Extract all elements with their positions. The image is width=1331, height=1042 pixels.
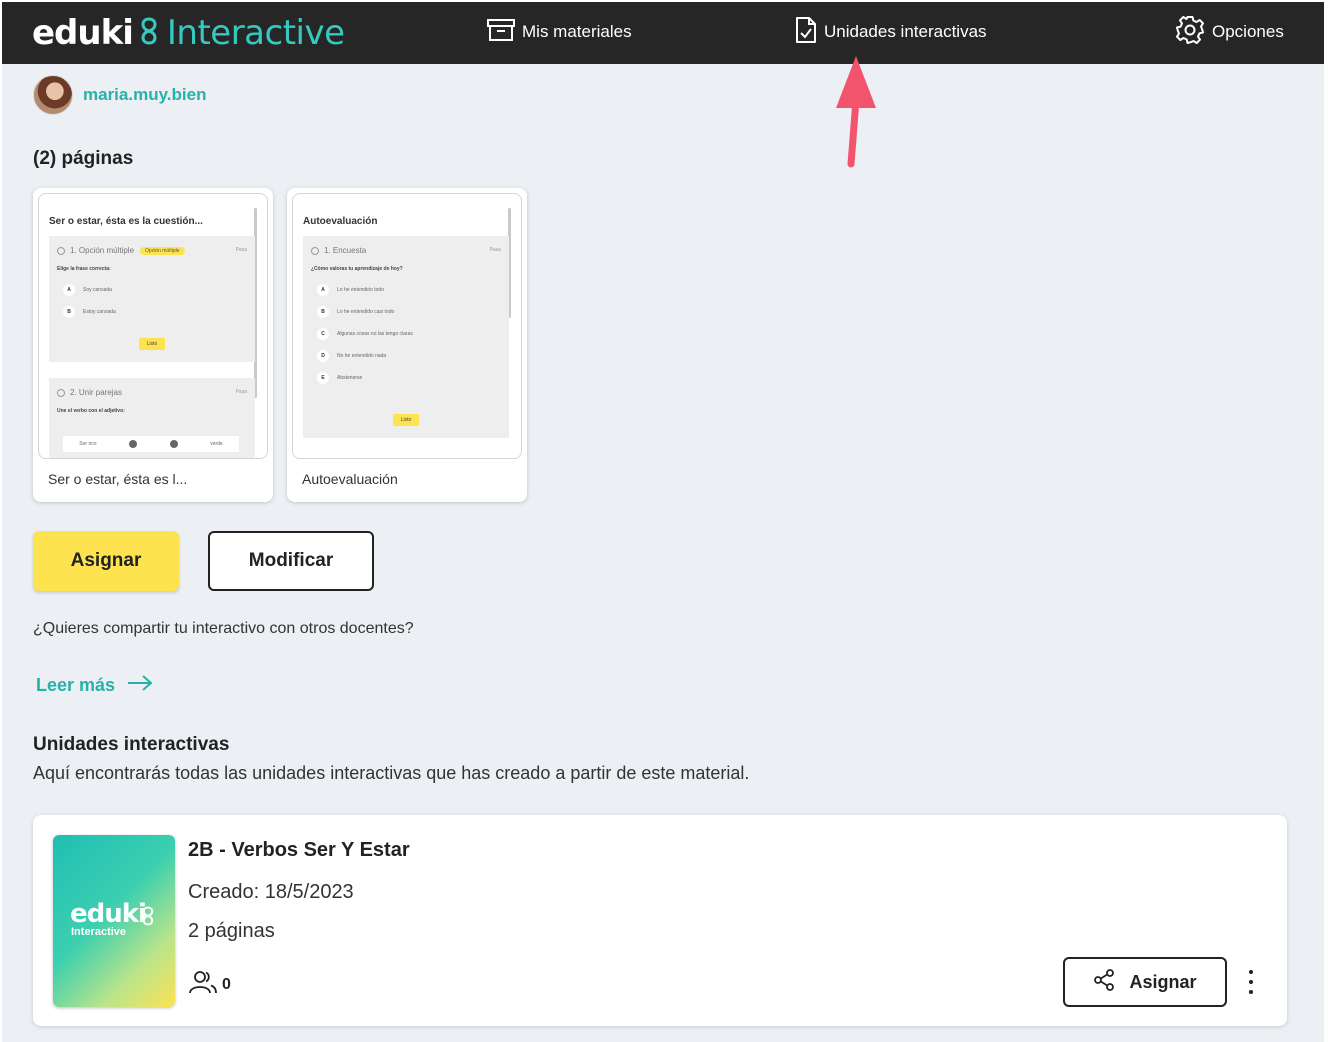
logo-word: eduki <box>32 13 134 53</box>
page-thumbnail-preview: Ser o estar, ésta es la cuestión... 1. O… <box>38 193 268 459</box>
thumb-option-text: Lo he entendido todo <box>337 287 384 293</box>
thumb-match-right: verde <box>210 441 223 447</box>
page-thumbnail-label: Ser o estar, ésta es l... <box>48 471 188 487</box>
thumb-option-letter: D <box>317 350 329 362</box>
thumb-option-text: Soy cansada <box>83 287 112 293</box>
thumb-option-letter: B <box>63 306 75 318</box>
thumb-option-letter: B <box>317 306 329 318</box>
page-thumbnail-card[interactable]: Ser o estar, ésta es la cuestión... 1. O… <box>33 188 273 502</box>
thumb-match-left: Ser rico <box>79 441 97 447</box>
unit-card[interactable]: eduki Interactive 2B - Verbos Ser Y Esta… <box>33 815 1287 1026</box>
units-section-title: Unidades interactivas <box>33 734 230 755</box>
nav-opciones[interactable]: Opciones <box>1174 14 1284 51</box>
thumb-question-type: 1. Opción múltiple <box>70 246 135 255</box>
thumb-question-menu: Pasa <box>235 247 247 253</box>
thumb-question-type: 1. Encuesta <box>324 246 367 255</box>
page-thumbnail-label: Autoevaluación <box>302 471 398 487</box>
thumb-option-letter: A <box>317 284 329 296</box>
thumb-question-head: 2. Unir parejas <box>57 388 122 397</box>
thumb-option-text: Lo he entendido casi todo <box>337 309 395 315</box>
thumb-title: Autoevaluación <box>303 216 378 227</box>
unit-title[interactable]: 2B - Verbos Ser Y Estar <box>188 839 410 862</box>
pages-count: (2) páginas <box>33 148 134 169</box>
thumb-option: B Lo he entendido casi todo <box>317 306 394 318</box>
thumb-option: C Algunas cosas no las tengo claras <box>317 328 413 340</box>
users-icon <box>188 969 218 1000</box>
match-dot-icon <box>129 440 138 448</box>
assign-button[interactable]: Asignar <box>33 531 179 591</box>
thumb-option: A Lo he entendido todo <box>317 284 384 296</box>
thumb-question-text: Une el verbo con el adjetivo: <box>57 408 125 414</box>
unit-created-date: Creado: 18/5/2023 <box>188 881 354 903</box>
thumb-question-text: Elige la frase correcta: <box>57 266 111 272</box>
annotation-arrow-icon <box>832 56 882 173</box>
thumb-option: B Estoy cansada <box>63 306 116 318</box>
thumb-option-text: No he entendido nada <box>337 353 387 359</box>
unit-students: 0 <box>188 969 231 1000</box>
nav-unidades-interactivas[interactable]: Unidades interactivas <box>794 16 987 48</box>
thumb-option: E Abstenerse <box>317 372 362 384</box>
thumb-option-text: Abstenerse <box>337 375 363 381</box>
share-question: ¿Quieres compartir tu interactivo con ot… <box>33 620 414 637</box>
gear-icon <box>1174 14 1212 51</box>
read-more-link[interactable]: Leer más <box>36 674 153 697</box>
top-nav: eduki Interactive Mis materiales Unidade… <box>2 2 1324 64</box>
thumb-option: D No he entendido nada <box>317 350 386 362</box>
thumb-question-text: ¿Cómo valoras tu aprendizaje de hoy? <box>311 266 403 272</box>
check-circle-icon <box>57 388 65 397</box>
cover-logo-sub: Interactive <box>71 926 127 938</box>
check-circle-icon <box>57 246 65 255</box>
read-more-label: Leer más <box>36 675 116 695</box>
user-info[interactable]: maria.muy.bien <box>33 75 206 115</box>
thumb-title: Ser o estar, ésta es la cuestión... <box>49 216 203 227</box>
thumb-submit-button: Listo <box>393 414 419 426</box>
user-name[interactable]: maria.muy.bien <box>83 85 206 105</box>
thumb-option-text: Estoy cansada <box>83 309 116 315</box>
page: eduki Interactive Mis materiales Unidade… <box>2 2 1324 1042</box>
question-type-tag: Opción múltiple <box>140 246 185 255</box>
thumb-option-text: Algunas cosas no las tengo claras <box>337 331 413 337</box>
knot-icon <box>139 16 159 51</box>
units-section-description: Aquí encontrarás todas las unidades inte… <box>33 763 750 783</box>
nav-mis-materiales-label: Mis materiales <box>522 22 632 41</box>
nav-unidades-interactivas-label: Unidades interactivas <box>824 22 987 41</box>
page-thumbnail-card[interactable]: Autoevaluación 1. Encuesta Pasa ¿Cómo va… <box>287 188 527 502</box>
unit-assign-button[interactable]: Asignar <box>1063 957 1227 1007</box>
thumb-question-head: 1. Opción múltiple Opción múltiple <box>57 246 185 255</box>
logo[interactable]: eduki Interactive <box>32 11 345 55</box>
thumb-option-letter: C <box>317 328 329 340</box>
modify-button[interactable]: Modificar <box>208 531 374 591</box>
thumb-option-letter: A <box>63 284 75 296</box>
nav-mis-materiales[interactable]: Mis materiales <box>486 16 632 48</box>
logo-sub: Interactive <box>166 13 345 53</box>
document-check-icon <box>794 16 824 49</box>
thumb-question-menu: Pasa <box>489 247 501 253</box>
thumb-question-head: 1. Encuesta <box>311 246 366 255</box>
thumb-question-type: 2. Unir parejas <box>70 388 123 397</box>
check-circle-icon <box>311 246 319 255</box>
unit-page-count: 2 páginas <box>188 920 275 942</box>
unit-cover: eduki Interactive <box>53 835 175 1007</box>
thumb-option: A Soy cansada <box>63 284 112 296</box>
more-options-icon[interactable] <box>1241 967 1261 997</box>
thumb-option-letter: E <box>317 372 329 384</box>
thumb-question-panel: 1. Encuesta Pasa ¿Cómo valoras tu aprend… <box>303 236 509 438</box>
thumb-question-panel: 2. Unir parejas Pasa Une el verbo con el… <box>49 378 255 458</box>
unit-student-count: 0 <box>222 975 231 993</box>
avatar <box>33 75 73 115</box>
thumb-question-panel: 1. Opción múltiple Opción múltiple Pasa … <box>49 236 255 362</box>
match-dot-icon <box>169 440 178 448</box>
share-icon <box>1093 968 1129 996</box>
archive-box-icon <box>486 17 522 48</box>
knot-icon <box>141 905 155 932</box>
cover-logo-word: eduki <box>70 899 147 929</box>
unit-assign-label: Asignar <box>1129 971 1197 992</box>
page-thumbnail-preview: Autoevaluación 1. Encuesta Pasa ¿Cómo va… <box>292 193 522 459</box>
thumb-match-row: Ser rico verde <box>63 436 239 452</box>
thumb-question-menu: Pasa <box>235 389 247 395</box>
arrow-right-icon <box>115 674 153 697</box>
nav-opciones-label: Opciones <box>1212 22 1284 41</box>
thumb-submit-button: Listo <box>139 338 165 350</box>
